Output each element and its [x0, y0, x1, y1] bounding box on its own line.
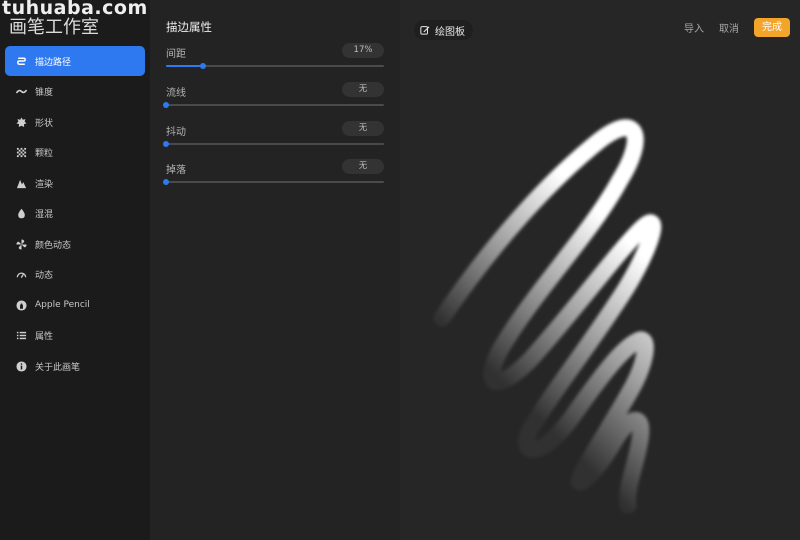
shape-icon	[14, 115, 29, 129]
drawing-pad-button[interactable]: 绘图板	[414, 20, 473, 40]
apple-pencil-icon	[14, 298, 29, 312]
drawing-pad-label: 绘图板	[435, 26, 465, 38]
sidebar-item-color-dynamics[interactable]: 颜色动态	[5, 229, 145, 259]
drawing-pad-area[interactable]: 绘图板 导入 取消 完成	[400, 0, 800, 540]
sidebar-item-label: 颜色动态	[35, 240, 72, 251]
slider-knob[interactable]	[163, 102, 169, 108]
streamline-slider[interactable]	[163, 102, 384, 108]
falloff-row: 掉落 无	[163, 159, 384, 199]
jitter-row: 抖动 无	[163, 121, 384, 161]
sidebar-item-dynamics[interactable]: 动态	[5, 260, 145, 290]
properties-icon	[14, 329, 29, 343]
rendering-icon	[14, 176, 29, 190]
watermark: tuhuaba.com	[2, 0, 148, 19]
sidebar-item-stroke-path[interactable]: 描边路径	[5, 46, 145, 76]
done-button[interactable]: 完成	[754, 18, 790, 37]
sidebar-item-label: Apple Pencil	[35, 300, 90, 310]
import-button[interactable]: 导入	[684, 20, 704, 35]
color-dynamics-icon	[14, 237, 29, 251]
grain-icon	[14, 146, 29, 160]
sidebar: 画笔工作室 描边路径 锥度 形状 颗粒 渲染 湿混 颜色动态 动态 Apple …	[0, 0, 150, 540]
falloff-label: 掉落	[166, 165, 186, 176]
sidebar-item-label: 动态	[35, 271, 54, 281]
cancel-button[interactable]: 取消	[719, 20, 739, 35]
spacing-row: 间距 17%	[166, 43, 384, 83]
sidebar-item-label: 颗粒	[35, 149, 54, 159]
jitter-label: 抖动	[166, 127, 186, 138]
sidebar-item-properties[interactable]: 属性	[5, 321, 145, 351]
falloff-value[interactable]: 无	[342, 159, 384, 174]
spacing-value[interactable]: 17%	[342, 43, 384, 58]
brush-stroke	[433, 119, 662, 514]
jitter-value[interactable]: 无	[342, 121, 384, 136]
streamline-label: 流线	[166, 88, 186, 99]
sidebar-item-label: 关于此画笔	[35, 362, 81, 373]
sidebar-item-label: 描边路径	[35, 57, 72, 68]
spacing-slider[interactable]	[166, 63, 384, 69]
sidebar-item-taper[interactable]: 锥度	[5, 77, 145, 107]
sidebar-item-label: 属性	[35, 332, 54, 342]
sidebar-item-shape[interactable]: 形状	[5, 107, 145, 137]
slider-knob[interactable]	[200, 63, 207, 69]
top-actions: 导入 取消 完成	[684, 18, 790, 37]
slider-knob[interactable]	[163, 141, 169, 147]
wet-mix-icon	[14, 207, 29, 221]
sidebar-item-label: 渲染	[35, 179, 54, 190]
edit-icon	[420, 26, 430, 35]
streamline-value[interactable]: 无	[342, 82, 384, 97]
sidebar-item-apple-pencil[interactable]: Apple Pencil	[5, 290, 145, 320]
spacing-label: 间距	[166, 49, 186, 60]
sidebar-item-about[interactable]: 关于此画笔	[5, 351, 145, 381]
falloff-slider[interactable]	[163, 179, 384, 185]
stroke-path-icon	[14, 54, 29, 68]
slider-knob[interactable]	[163, 179, 169, 185]
sidebar-item-rendering[interactable]: 渲染	[5, 168, 145, 198]
sidebar-item-wet-mix[interactable]: 湿混	[5, 199, 145, 229]
jitter-slider[interactable]	[163, 141, 384, 147]
sidebar-item-grain[interactable]: 颗粒	[5, 138, 145, 168]
info-icon	[14, 359, 29, 373]
dynamics-icon	[14, 268, 29, 282]
stroke-properties-panel: 描边属性 间距 17% 流线 无 抖动 无 掉落 无	[150, 0, 400, 540]
slider-fill	[166, 65, 204, 67]
sidebar-item-label: 锥度	[35, 88, 54, 98]
sidebar-item-label: 形状	[35, 118, 54, 129]
sidebar-item-label: 湿混	[35, 210, 54, 220]
streamline-row: 流线 无	[163, 82, 384, 122]
panel-header: 描边属性	[166, 20, 212, 34]
sidebar-nav: 描边路径 锥度 形状 颗粒 渲染 湿混 颜色动态 动态 Apple Pencil…	[5, 46, 145, 382]
stroke-preview[interactable]	[400, 0, 800, 540]
taper-icon	[14, 85, 29, 99]
